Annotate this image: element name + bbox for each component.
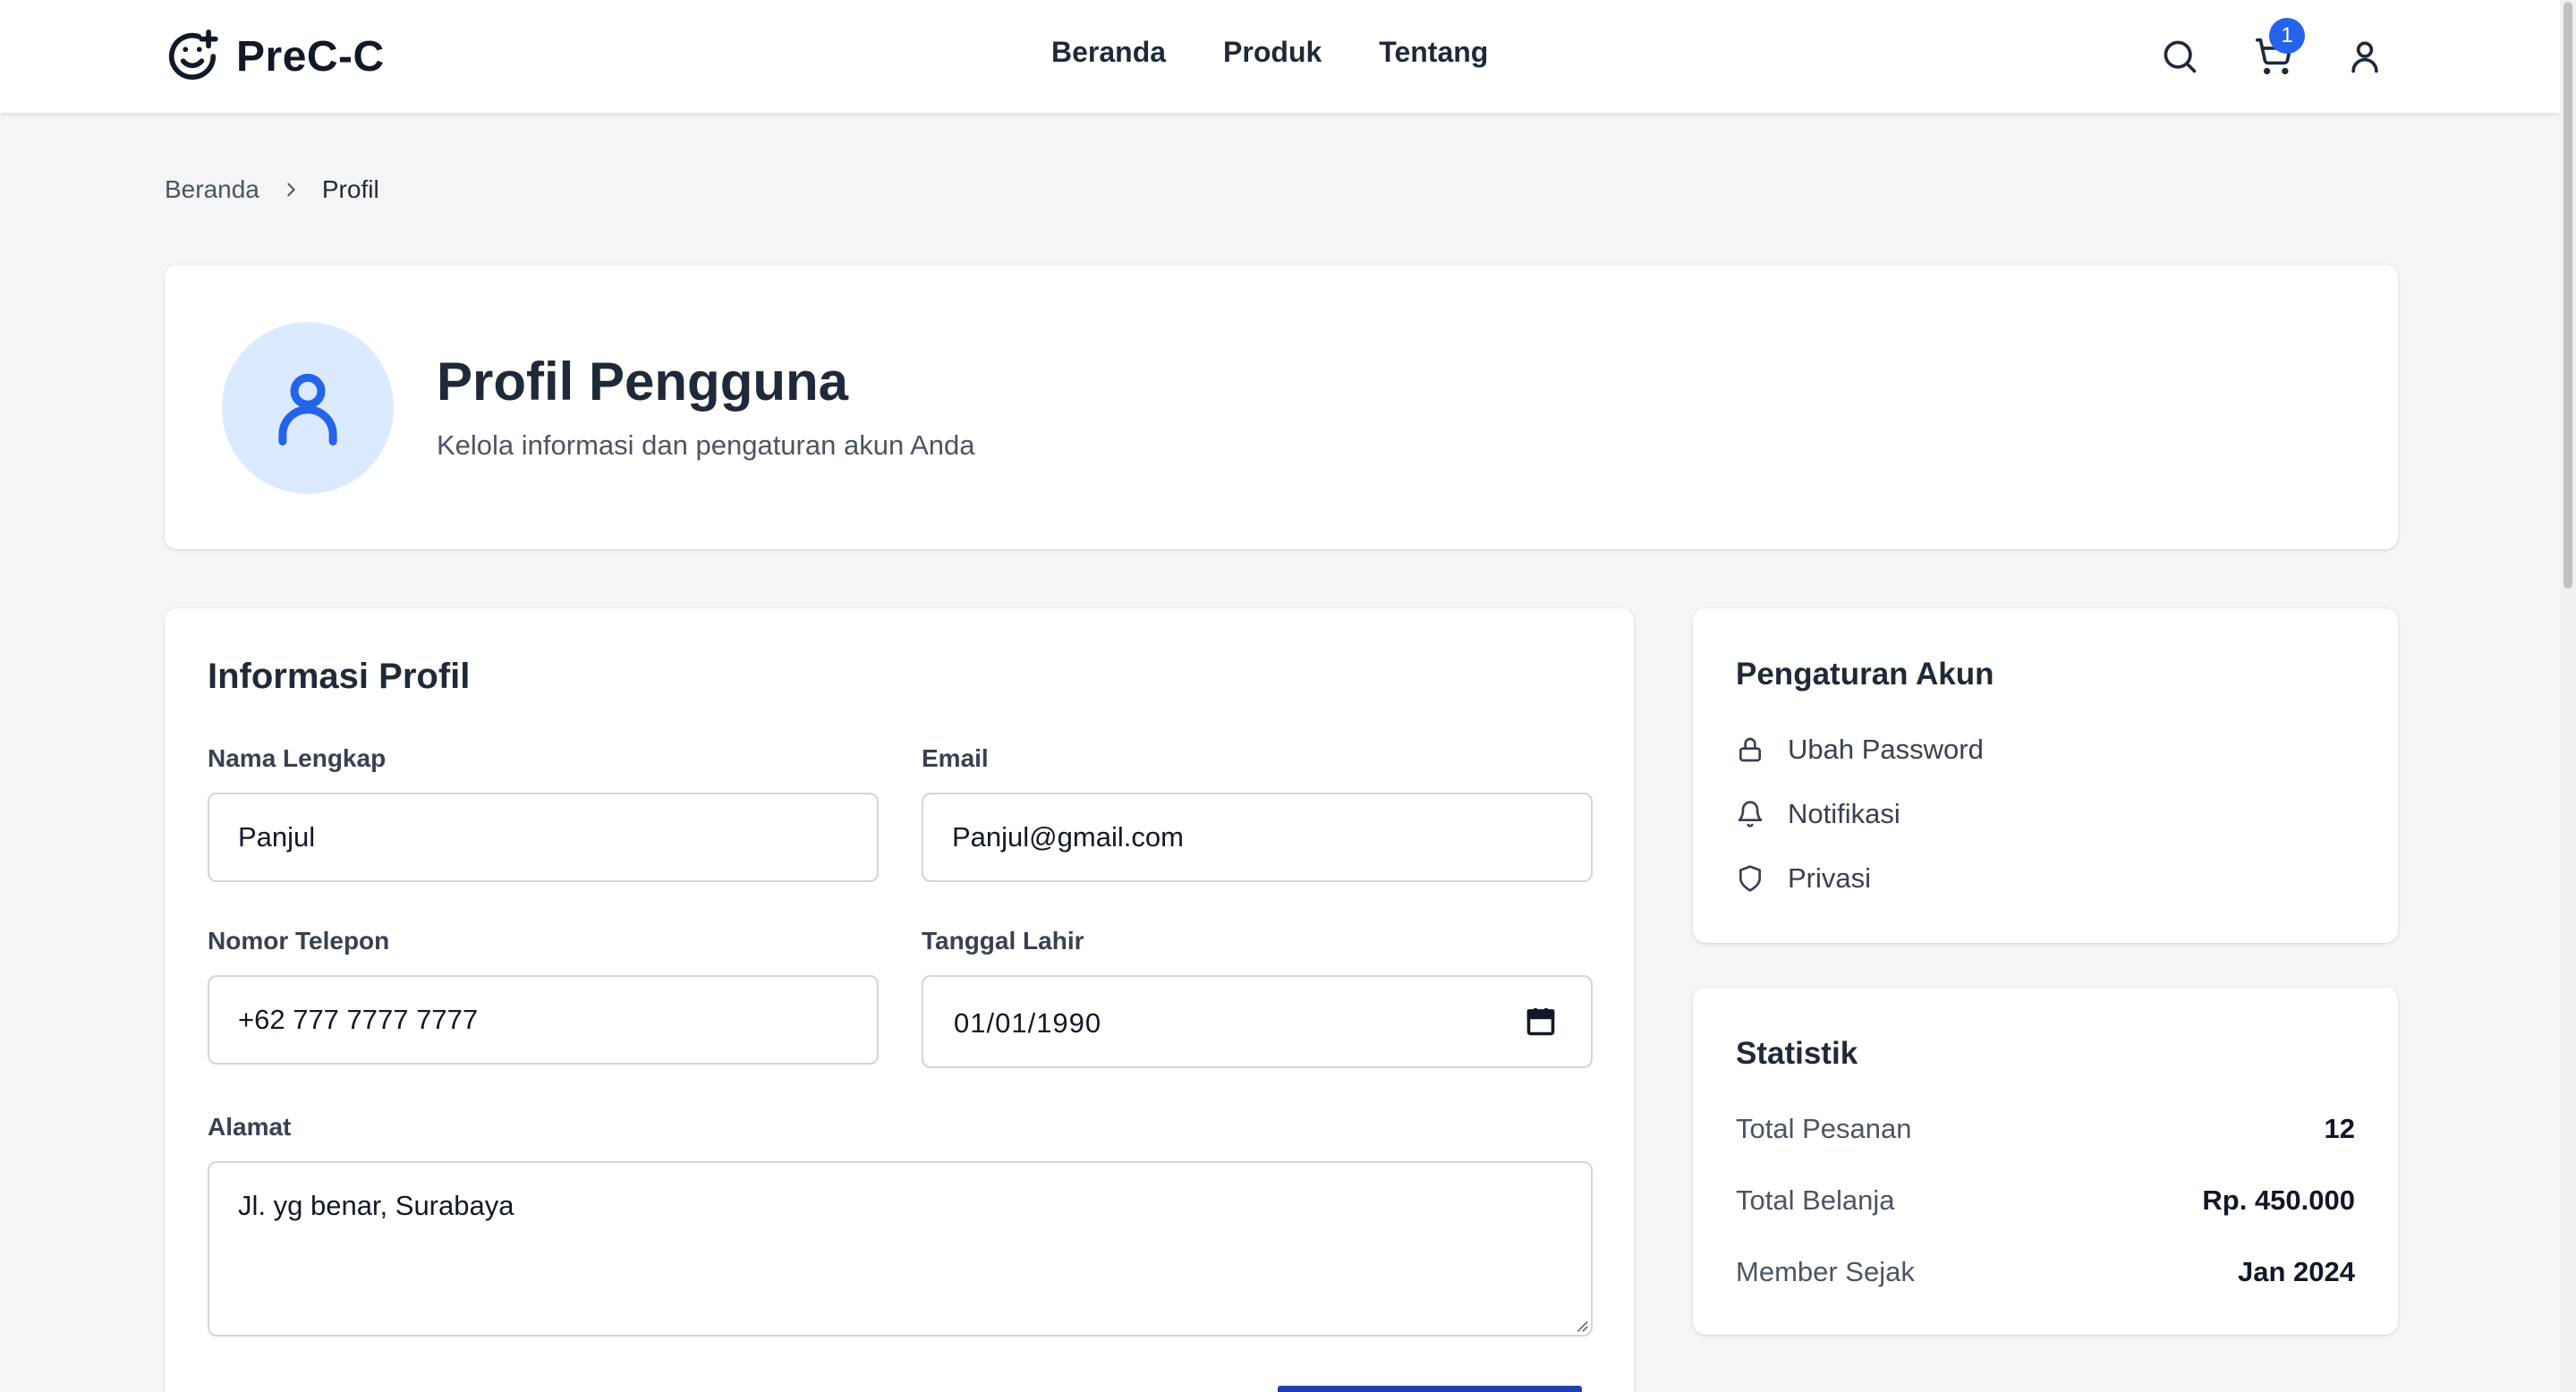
bell-icon bbox=[1738, 801, 1763, 828]
birth-date-value: 01/01/1990 bbox=[954, 1007, 1102, 1039]
account-settings-card: Pengaturan Akun Ubah Password Notifikasi… bbox=[1693, 608, 2398, 943]
brand-logo[interactable]: PreC-C bbox=[165, 27, 385, 86]
birth-date-label: Tanggal Lahir bbox=[922, 927, 1084, 955]
settings-item-privacy[interactable]: Privasi bbox=[1736, 862, 1871, 895]
nav-link-tentang[interactable]: Tentang bbox=[1379, 36, 1488, 69]
phone-input[interactable] bbox=[208, 975, 879, 1065]
page-scrollbar[interactable] bbox=[2560, 0, 2576, 1392]
cart-button[interactable]: 1 bbox=[2251, 18, 2305, 79]
user-icon bbox=[278, 373, 337, 446]
page-title: Profil Pengguna bbox=[437, 352, 849, 412]
full-name-input[interactable] bbox=[208, 793, 879, 882]
statistics-card: Statistik Total Pesanan 12 Total Belanja… bbox=[1693, 988, 2398, 1335]
address-label: Alamat bbox=[208, 1113, 292, 1141]
birth-date-input[interactable]: 01/01/1990 bbox=[922, 975, 1593, 1068]
address-textarea[interactable]: Jl. yg benar, Surabaya bbox=[208, 1161, 1593, 1337]
stat-row-total-orders: Total Pesanan 12 bbox=[1736, 1113, 2355, 1145]
email-label: Email bbox=[922, 744, 989, 772]
resize-grip-icon[interactable] bbox=[1573, 1317, 1589, 1333]
calendar-icon[interactable] bbox=[1525, 1006, 1557, 1038]
brand-name: PreC-C bbox=[236, 32, 385, 81]
search-icon bbox=[2164, 40, 2197, 73]
stat-row-member-since: Member Sejak Jan 2024 bbox=[1736, 1256, 2355, 1288]
account-button[interactable] bbox=[2342, 34, 2387, 79]
statistics-title: Statistik bbox=[1736, 1036, 1858, 1071]
top-header: PreC-C Beranda Produk Tentang 1 bbox=[0, 0, 2560, 113]
phone-label: Nomor Telepon bbox=[208, 927, 390, 955]
scrollbar-thumb[interactable] bbox=[2563, 2, 2572, 589]
profile-info-title: Informasi Profil bbox=[208, 657, 471, 696]
stat-label: Total Pesanan bbox=[1736, 1113, 1912, 1144]
save-button-edge[interactable] bbox=[1278, 1386, 1582, 1392]
stat-value: 12 bbox=[2324, 1113, 2355, 1144]
page-subtitle: Kelola informasi dan pengaturan akun And… bbox=[437, 429, 975, 461]
full-name-label: Nama Lengkap bbox=[208, 744, 387, 772]
stat-label: Member Sejak bbox=[1736, 1256, 1915, 1287]
stat-value: Jan 2024 bbox=[2238, 1256, 2355, 1287]
lock-icon bbox=[1739, 737, 1761, 762]
shield-icon bbox=[1739, 865, 1761, 892]
cart-count-badge: 1 bbox=[2269, 18, 2305, 54]
chevron-right-icon bbox=[281, 180, 301, 199]
settings-item-notifications[interactable]: Notifikasi bbox=[1736, 798, 1900, 830]
settings-item-change-password[interactable]: Ubah Password bbox=[1736, 734, 1984, 766]
main-nav: Beranda Produk Tentang bbox=[1051, 36, 1488, 69]
breadcrumb-current: Profil bbox=[321, 175, 379, 203]
settings-item-label: Ubah Password bbox=[1788, 734, 1984, 765]
stat-value: Rp. 450.000 bbox=[2202, 1184, 2355, 1216]
email-input[interactable] bbox=[922, 793, 1593, 882]
settings-item-label: Notifikasi bbox=[1788, 798, 1900, 829]
nav-link-produk[interactable]: Produk bbox=[1223, 36, 1322, 69]
breadcrumb: Beranda Profil bbox=[165, 175, 379, 204]
search-button[interactable] bbox=[2157, 34, 2202, 79]
profile-info-card: Informasi Profil Nama Lengkap Email Nomo… bbox=[165, 608, 1634, 1392]
stat-row-total-spending: Total Belanja Rp. 450.000 bbox=[1736, 1184, 2355, 1217]
settings-item-label: Privasi bbox=[1788, 862, 1872, 894]
nav-link-beranda[interactable]: Beranda bbox=[1051, 36, 1166, 69]
profile-hero-card: Profil Pengguna Kelola informasi dan pen… bbox=[165, 265, 2398, 549]
stat-label: Total Belanja bbox=[1736, 1184, 1895, 1216]
user-icon bbox=[2351, 41, 2378, 73]
account-settings-title: Pengaturan Akun bbox=[1736, 657, 1994, 692]
avatar bbox=[222, 322, 394, 494]
smiley-plus-icon bbox=[168, 30, 218, 81]
page: PreC-C Beranda Produk Tentang 1 Beranda … bbox=[0, 0, 2560, 1392]
breadcrumb-home-link[interactable]: Beranda bbox=[165, 175, 259, 204]
